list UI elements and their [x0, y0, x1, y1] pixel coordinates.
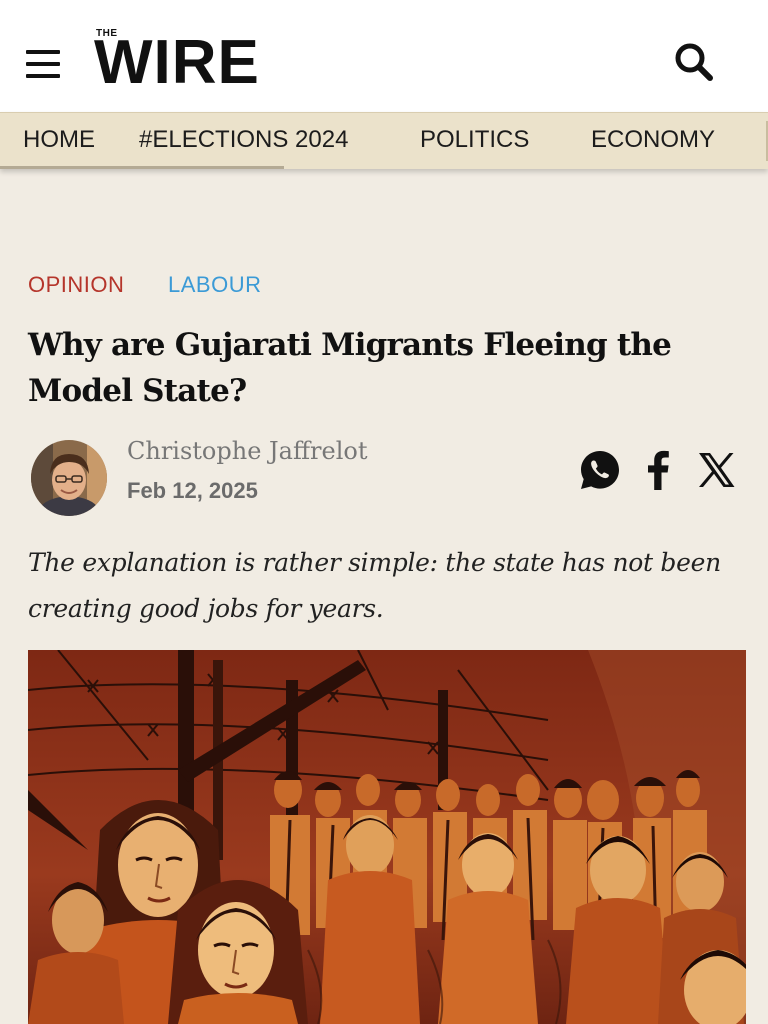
article-headline: Why are Gujarati Migrants Fleeing the Mo… — [28, 327, 672, 409]
site-logo[interactable]: THE WIRE — [94, 28, 286, 98]
site-header: THE WIRE — [0, 0, 768, 112]
article-standfirst: The explanation is rather simple: the st… — [28, 548, 721, 623]
author-name[interactable]: Christophe Jaffrelot — [127, 437, 367, 465]
main-navigation: HOME #ELECTIONS 2024 POLITICS ECONOMY — [0, 112, 768, 169]
nav-elections-2024[interactable]: #ELECTIONS 2024 — [139, 126, 348, 154]
facebook-icon[interactable] — [640, 448, 676, 492]
category-labour[interactable]: LABOUR — [168, 272, 261, 298]
hero-image[interactable] — [28, 650, 746, 1024]
nav-home[interactable]: HOME — [23, 126, 95, 154]
nav-scroll-indicator — [0, 166, 284, 169]
whatsapp-icon[interactable] — [578, 448, 622, 492]
hamburger-menu-icon[interactable] — [26, 48, 60, 80]
publish-date: Feb 12, 2025 — [127, 478, 258, 503]
logo-wire-text: WIRE — [94, 28, 260, 97]
nav-economy[interactable]: ECONOMY — [591, 126, 715, 154]
search-icon[interactable] — [670, 38, 720, 86]
author-avatar[interactable] — [31, 440, 107, 516]
x-icon[interactable] — [696, 448, 736, 492]
nav-politics[interactable]: POLITICS — [420, 126, 529, 154]
category-opinion[interactable]: OPINION — [28, 272, 124, 298]
